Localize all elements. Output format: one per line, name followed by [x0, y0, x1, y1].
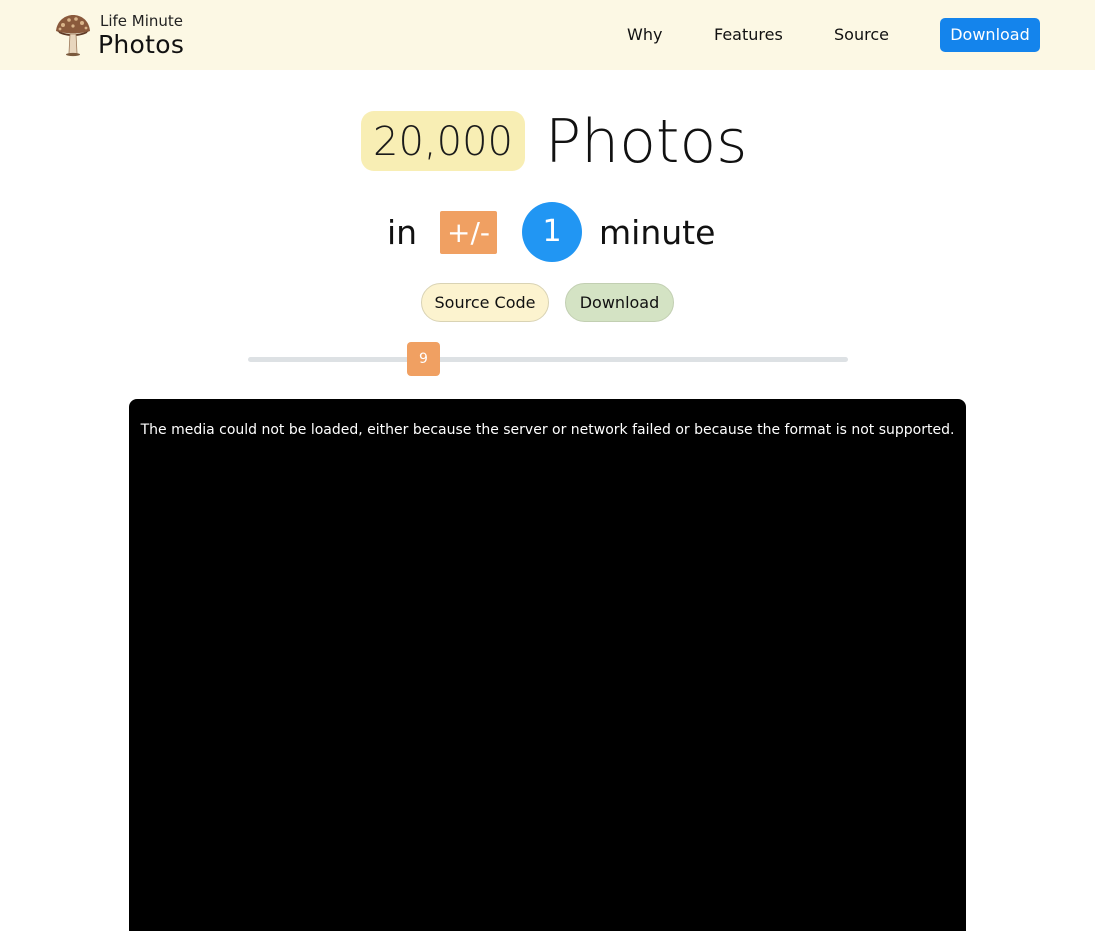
brand-name-small: Life Minute: [100, 11, 184, 30]
photos-heading: Photos: [545, 107, 748, 177]
video-player[interactable]: The media could not be loaded, either be…: [129, 399, 966, 931]
plus-minus-toggle-button[interactable]: +/-: [440, 211, 497, 254]
photo-count-badge: 20,000: [361, 111, 525, 171]
minute-value-badge[interactable]: 1: [522, 202, 582, 262]
slider-thumb[interactable]: 9: [407, 342, 440, 376]
download-button[interactable]: Download: [565, 283, 674, 322]
nav-link-why[interactable]: Why: [627, 18, 662, 52]
brand-logo-link[interactable]: Life Minute Photos: [54, 12, 184, 58]
slider-track[interactable]: [248, 357, 848, 362]
nav-link-features[interactable]: Features: [714, 18, 783, 52]
in-label: in: [387, 213, 418, 252]
brand-name-large: Photos: [98, 29, 185, 59]
minute-label: minute: [599, 213, 716, 252]
nav-download-button[interactable]: Download: [940, 18, 1040, 52]
nav-link-source[interactable]: Source: [834, 18, 889, 52]
media-error-message: The media could not be loaded, either be…: [140, 422, 955, 438]
source-code-button[interactable]: Source Code: [421, 283, 549, 322]
mushroom-logo-icon: [56, 15, 90, 57]
top-navigation-bar: Life Minute Photos Why Features Source D…: [0, 0, 1095, 70]
